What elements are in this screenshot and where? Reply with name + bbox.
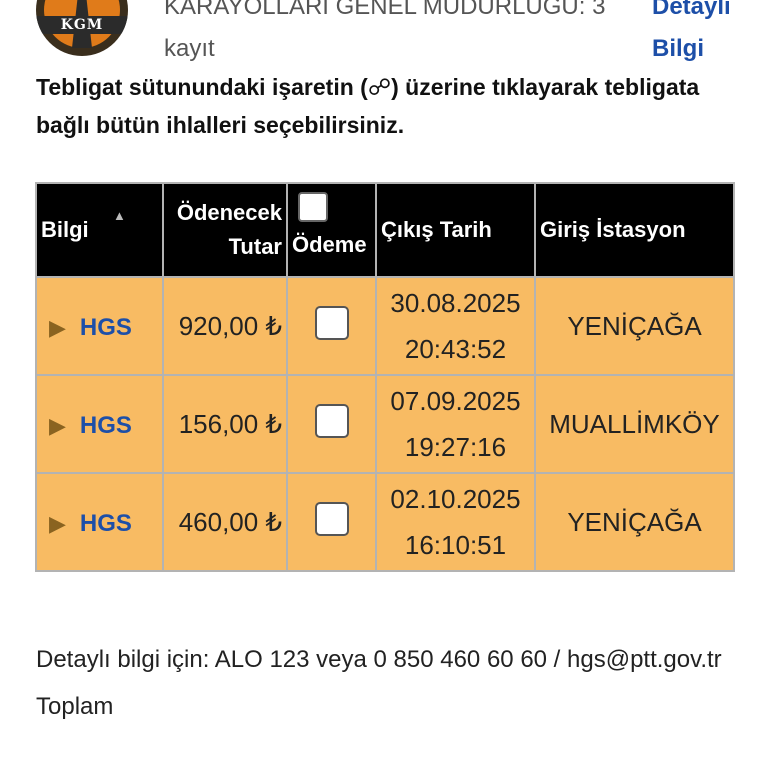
exit-date-cell: 07.09.2025 19:27:16 xyxy=(375,374,536,474)
column-header-amount: Ödenecek Tutar xyxy=(162,182,288,278)
bilgi-value[interactable]: HGS xyxy=(80,314,132,341)
sort-ascending-icon[interactable]: ▲ xyxy=(113,208,126,223)
bilgi-cell[interactable]: ▶ HGS xyxy=(35,374,164,474)
amount-cell: 920,00 ₺ xyxy=(162,276,288,376)
kgm-logo: KGM xyxy=(36,0,128,56)
footer: Detaylı bilgi için: ALO 123 veya 0 850 4… xyxy=(36,636,736,730)
total-label: Toplam xyxy=(36,693,114,720)
expand-triangle-icon[interactable]: ▶ xyxy=(49,413,66,438)
column-header-pay-label: Ödeme xyxy=(292,232,367,257)
pay-checkbox[interactable] xyxy=(314,305,349,340)
info-text: Tebligat sütunundaki işaretin (☍) üzerin… xyxy=(36,74,700,138)
amount-cell: 460,00 ₺ xyxy=(162,472,288,572)
entry-station-cell: MUALLİMKÖY xyxy=(534,374,735,474)
column-header-exit-date: Çıkış Tarih xyxy=(375,182,536,278)
pay-checkbox[interactable] xyxy=(314,501,349,536)
pay-cell xyxy=(286,472,377,572)
exit-date-cell: 30.08.2025 20:43:52 xyxy=(375,276,536,376)
column-header-pay: Ödeme xyxy=(286,182,377,278)
bilgi-cell[interactable]: ▶ HGS xyxy=(35,472,164,572)
table-row: ▶ HGS 920,00 ₺ 30.08.2025 20:43:52 YENİÇA… xyxy=(35,276,735,376)
select-all-checkbox[interactable] xyxy=(298,192,328,222)
table-row: ▶ HGS 460,00 ₺ 02.10.2025 16:10:51 YENİÇA… xyxy=(35,472,735,572)
bilgi-value[interactable]: HGS xyxy=(80,510,132,537)
table-header-row: Bilgi ▲ Ödenecek Tutar Ödeme Çıkış Tarih… xyxy=(35,182,735,278)
entry-station-cell: YENİÇAĞA xyxy=(534,276,735,376)
table-row: ▶ HGS 156,00 ₺ 07.09.2025 19:27:16 MUALLİ… xyxy=(35,374,735,474)
expand-triangle-icon[interactable]: ▶ xyxy=(49,511,66,536)
top-row: KGM KARAYOLLARI GENEL MÜDÜRLÜĞÜ: 3 kayıt… xyxy=(0,0,768,70)
pay-cell xyxy=(286,374,377,474)
pay-cell xyxy=(286,276,377,376)
contact-info: Detaylı bilgi için: ALO 123 veya 0 850 4… xyxy=(36,646,722,673)
column-header-bilgi[interactable]: Bilgi ▲ xyxy=(35,182,164,278)
amount-cell: 156,00 ₺ xyxy=(162,374,288,474)
entry-station-cell: YENİÇAĞA xyxy=(534,472,735,572)
column-header-entry-station: Giriş İstasyon xyxy=(534,182,735,278)
fines-table: Bilgi ▲ Ödenecek Tutar Ödeme Çıkış Tarih… xyxy=(35,182,735,572)
detail-link[interactable]: Detaylı Bilgi xyxy=(652,0,762,70)
exit-date-cell: 02.10.2025 16:10:51 xyxy=(375,472,536,572)
pay-checkbox[interactable] xyxy=(314,403,349,438)
expand-triangle-icon[interactable]: ▶ xyxy=(49,315,66,340)
column-header-bilgi-label: Bilgi xyxy=(41,217,89,242)
bilgi-value[interactable]: HGS xyxy=(80,412,132,439)
bilgi-cell[interactable]: ▶ HGS xyxy=(35,276,164,376)
logo-text: KGM xyxy=(36,16,128,34)
org-title: KARAYOLLARI GENEL MÜDÜRLÜĞÜ: 3 kayıt xyxy=(164,0,606,62)
